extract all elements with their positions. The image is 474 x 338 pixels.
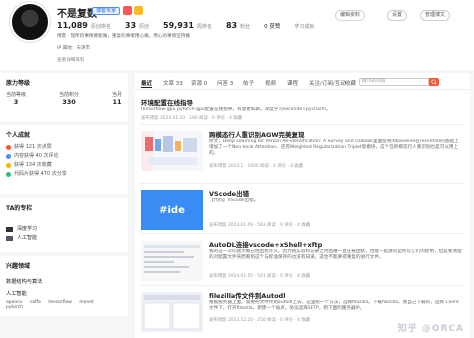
achievement-likes: 获得 121 次点赞 <box>6 143 122 152</box>
achievement-title: 个人成就 <box>6 132 31 139</box>
tab-courses[interactable]: 课程 <box>287 79 298 87</box>
tab-follow[interactable]: 关注/订阅/互动 <box>309 79 346 87</box>
article-meta: 发布博客 2024.01.09 · 583 阅读 · 0 评论 · 4 收藏 <box>209 223 311 228</box>
tab-videos[interactable]: 视频 <box>265 79 276 87</box>
article-summary: 【代码】VScode出错。 <box>209 198 259 203</box>
list-item[interactable]: #ide VScode出错 【代码】VScode出错。 发布博客 2024.01… <box>135 186 470 232</box>
tag-pytorch[interactable]: pytorch <box>6 305 23 310</box>
tab-favorites[interactable]: 收藏 <box>345 79 356 87</box>
medal-icon <box>123 6 132 15</box>
avatar[interactable] <box>10 2 50 42</box>
list-item[interactable]: 环境配置在线指导 tensorflow-gpu pytorch-gpu配置在线指… <box>135 95 470 123</box>
tag-caffe[interactable]: caffe <box>30 300 41 305</box>
article-meta: 发布博客 2024.1 · 1000 阅读 · 0 评论 · 4 收藏 <box>209 164 304 169</box>
columns-card: TA的专栏 深度学习 人工智能 <box>0 198 128 252</box>
tab-resources[interactable]: 资源 0 <box>191 79 207 87</box>
list-item[interactable]: AutoDL连接vscode+xShell+xftp 我的这一次问题大概已经困扰… <box>135 237 470 281</box>
tag-tensorflow[interactable]: tensorflow <box>48 300 72 305</box>
profile-header: 不是复数 博客专家 11,089 原创排名 33 原创 59,931 周排名 83 粉丝… <box>0 0 474 70</box>
article-summary: 我的这一次问题大概已经困扰许久，因为跑实验和记录之时困难一直在被困扰，也能一起放… <box>209 249 462 260</box>
username[interactable]: 不是复数 <box>57 5 97 20</box>
profile-stats: 11,089 原创排名 33 原创 59,931 周排名 83 粉丝 0 获赞 学习成就 <box>57 21 328 30</box>
tag-mxnet[interactable]: mxnet <box>79 300 93 305</box>
article-meta: 发布博客 2024.01.05 · 541 阅读 · 0 评论 · 4 收藏 <box>209 274 311 279</box>
settings-button[interactable]: 设置 <box>387 10 408 21</box>
stat-fans[interactable]: 83 粉丝 <box>226 21 250 30</box>
profile-location: IP 属地：天津市 <box>57 46 91 51</box>
article-summary: tensorflow-gpu pytorch-gpu配置在线指导，有意者私聊。深… <box>141 107 331 112</box>
achievement-favorites: 获得 134 次收藏 <box>6 161 122 170</box>
article-thumbnail <box>141 241 203 281</box>
rank-points: 当前积分 330 <box>58 92 79 106</box>
main-content: 最近 文章 33 资源 0 问答 3 帖子 视频 课程 关注/订阅/互动 收藏 … <box>135 73 470 338</box>
divider <box>140 124 465 125</box>
divider <box>140 183 465 184</box>
column-deep-learning[interactable]: 深度学习 <box>6 225 122 234</box>
achievement-shares: 代码片获得 470 次分享 <box>6 170 122 179</box>
rank-month: 当月 11 <box>111 92 122 106</box>
divider <box>140 285 465 286</box>
article-title[interactable]: 环境配置在线指导 <box>141 97 193 107</box>
divider <box>140 233 465 234</box>
stat-week-rank[interactable]: 59,931 周排名 <box>163 21 212 30</box>
content-tabs: 最近 文章 33 资源 0 问答 3 帖子 视频 课程 关注/订阅/互动 收藏 … <box>135 73 470 90</box>
tab-posts[interactable]: 帖子 <box>243 79 254 87</box>
achievement-comments: 内容获得 40 次评论 <box>6 152 122 161</box>
interest-datastructure[interactable]: 数据结构与算法 <box>6 278 122 285</box>
article-title[interactable]: VScode出错 <box>209 188 249 198</box>
medal-icon <box>134 6 143 15</box>
article-summary: 根据服务器上面，需要把文件传到autodl上去，这里统一个方法，选择filezi… <box>209 300 459 311</box>
article-summary: 原文：Deep Learning for Person Re-identific… <box>209 139 459 156</box>
profile-intro: 博客 · 现所的事情要能做，重复的事情用心做，用心的事情坚持做 <box>57 34 191 39</box>
list-item[interactable]: 跨模态行人重识别AGW完美复现 原文：Deep Learning for Per… <box>135 127 470 179</box>
rank-level: 当前等级 3 <box>6 92 27 106</box>
column-ai[interactable]: 人工智能 <box>6 234 122 243</box>
article-title[interactable]: AutoDL连接vscode+xShell+xftp <box>209 239 322 249</box>
interest-tags: opencv caffe tensorflow mxnet pytorch <box>6 300 122 310</box>
tab-qa[interactable]: 问答 3 <box>217 79 233 87</box>
rank-title: 原力等级 <box>6 80 31 87</box>
rank-card: 原力等级 当前等级 3 当前积分 330 当月 11 <box>0 73 128 121</box>
edit-profile-button[interactable]: 编辑资料 <box>335 10 366 21</box>
article-thumbnail <box>141 292 203 332</box>
article-meta: 发布博客 2024.01.10 · 190 阅读 · 0 评论 · 4 收藏 <box>141 116 243 121</box>
stat-rank[interactable]: 11,089 原创排名 <box>57 21 111 30</box>
manage-posts-button[interactable]: 管理博文 <box>420 10 451 21</box>
vip-badge: 博客专家 <box>92 7 120 15</box>
article-thumbnail: #ide <box>141 190 203 230</box>
search-button[interactable] <box>429 78 439 86</box>
article-thumbnail <box>141 131 203 171</box>
watermark: 知乎 @ORCA <box>397 324 464 334</box>
article-title[interactable]: filezilla传文件到Autodl <box>209 290 285 300</box>
search-icon <box>431 79 437 85</box>
tab-recent[interactable]: 最近 <box>141 79 153 88</box>
study-achievement[interactable]: 学习成就 <box>294 23 314 30</box>
tab-articles[interactable]: 文章 33 <box>163 79 183 87</box>
interest-card: 兴趣领域 数据结构与算法 人工智能 opencv caffe tensorflo… <box>0 256 128 316</box>
search-input[interactable]: 搜TA的内容 <box>359 78 429 86</box>
columns-title: TA的专栏 <box>6 205 33 212</box>
stat-likes: 0 获赞 <box>264 24 281 30</box>
interest-title: 兴趣领域 <box>6 263 31 270</box>
left-sidebar: 原力等级 当前等级 3 当前积分 330 当月 11 个人成就 获得 121 次点赞 … <box>0 73 128 320</box>
article-title[interactable]: 跨模态行人重识别AGW完美复现 <box>209 129 305 139</box>
rank-values: 当前等级 3 当前积分 330 当月 11 <box>6 91 122 106</box>
interest-ai[interactable]: 人工智能 <box>6 290 122 297</box>
more-info-link[interactable]: 查看详细资料 <box>57 57 85 63</box>
list-item[interactable]: filezilla传文件到Autodl 根据服务器上面，需要把文件传到autod… <box>135 288 470 338</box>
stat-original[interactable]: 33 原创 <box>125 21 149 30</box>
achievement-card: 个人成就 获得 121 次点赞 内容获得 40 次评论 获得 134 次收藏 代… <box>0 125 128 194</box>
article-meta: 发布博客 2023.12.20 · 250 阅读 · 0 评论 · 4 收藏 <box>209 318 311 323</box>
